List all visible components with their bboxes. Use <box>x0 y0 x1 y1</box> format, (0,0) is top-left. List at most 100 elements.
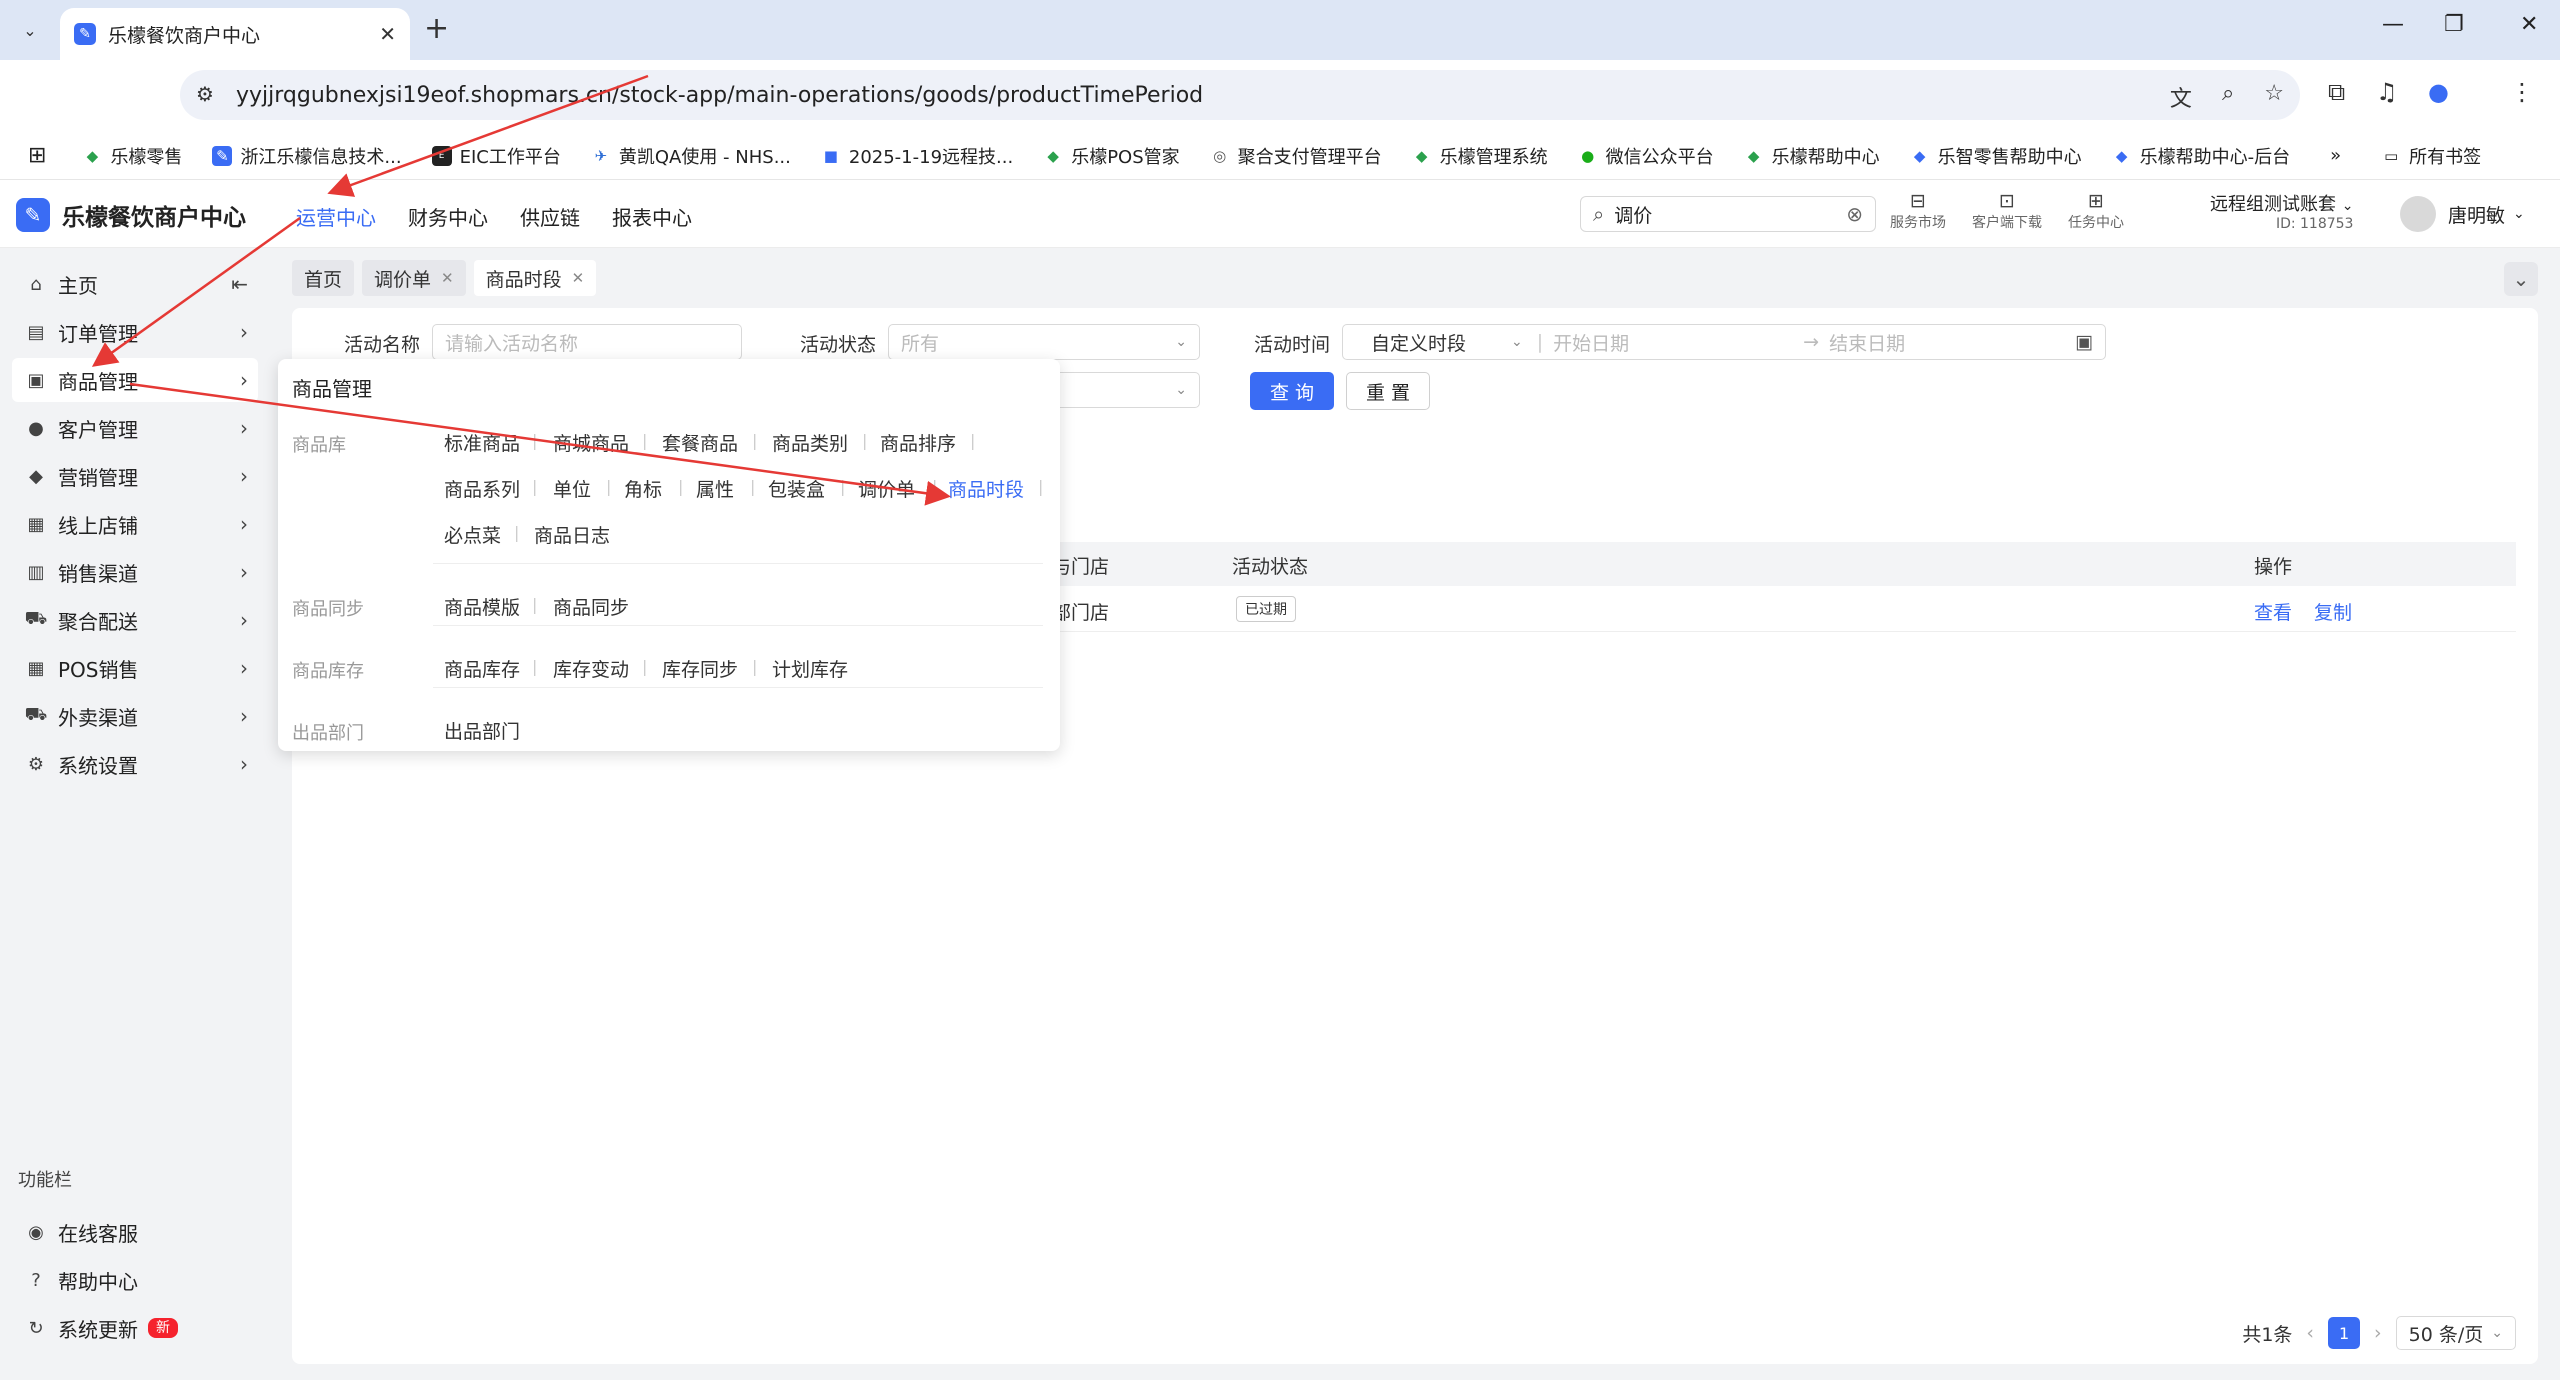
app-logo[interactable]: ✎ 乐檬餐饮商户中心 <box>16 198 246 232</box>
bookmark-item[interactable]: ■ 2025-1-19远程技... <box>821 143 1013 169</box>
prev-page-icon[interactable]: ‹ <box>2306 1322 2314 1344</box>
apps-icon[interactable]: ⊞ <box>28 143 46 168</box>
start-date-input[interactable]: 开始日期 <box>1553 329 1803 356</box>
site-info-icon[interactable]: ⚙ <box>196 82 214 106</box>
bookmark-item[interactable]: ◆ 乐檬管理系统 <box>1412 143 1548 169</box>
all-bookmarks[interactable]: ▭ 所有书签 <box>2381 143 2481 169</box>
menu-corner-mark[interactable]: 角标 <box>624 475 662 502</box>
bookmark-item[interactable]: ◆ 乐檬零售 <box>82 143 183 169</box>
tab-price-adjust[interactable]: 调价单 ✕ <box>362 260 466 296</box>
bookmark-item[interactable]: ◆ 乐檬POS管家 <box>1043 143 1179 169</box>
close-icon[interactable]: ✕ <box>441 269 454 287</box>
nav-ops-center[interactable]: 运营中心 <box>296 202 376 231</box>
sidebar-item-orders[interactable]: ▤ 订单管理 › <box>12 310 258 354</box>
clear-icon[interactable]: ⊗ <box>1846 202 1863 226</box>
media-icon[interactable]: ♫ <box>2376 78 2398 106</box>
menu-icon[interactable]: ⋮ <box>2510 78 2534 106</box>
menu-planned-stock[interactable]: 计划库存 <box>772 655 848 682</box>
sidebar-item-sales-channel[interactable]: ▥ 销售渠道 › <box>12 550 258 594</box>
nav-report-center[interactable]: 报表中心 <box>612 202 692 231</box>
nav-supply-chain[interactable]: 供应链 <box>520 202 580 231</box>
menu-unit[interactable]: 单位 <box>553 475 591 502</box>
account-switcher[interactable]: 远程组测试账套 ⌄ ID: 118753 <box>2210 190 2353 232</box>
minimize-icon[interactable]: — <box>2382 12 2404 37</box>
nav-finance-center[interactable]: 财务中心 <box>408 202 488 231</box>
copy-link[interactable]: 复制 <box>2314 598 2352 625</box>
sidebar-online-service[interactable]: ◉ 在线客服 <box>12 1210 258 1254</box>
sidebar-item-settings[interactable]: ⚙ 系统设置 › <box>12 742 258 786</box>
tab-product-time-period[interactable]: 商品时段 ✕ <box>473 260 597 296</box>
end-date-input[interactable]: 结束日期 <box>1829 329 2075 356</box>
bookmark-item[interactable]: ✈ 黄凯QA使用 - NHS... <box>591 143 791 169</box>
sidebar-system-update[interactable]: ↻ 系统更新新 <box>12 1306 258 1350</box>
menu-goods-log[interactable]: 商品日志 <box>534 521 610 548</box>
sidebar-item-home[interactable]: ⌂ 主页 ⇤ <box>12 262 258 306</box>
extensions-icon[interactable]: ⧉ <box>2328 78 2345 106</box>
menu-mall-goods[interactable]: 商城商品 <box>553 429 629 456</box>
task-center-button[interactable]: ⊞ 任务中心 <box>2068 190 2124 232</box>
menu-stock-sync[interactable]: 库存同步 <box>662 655 738 682</box>
sidebar-item-customers[interactable]: ● 客户管理 › <box>12 406 258 450</box>
activity-time-range[interactable]: 自定义时段 ⌄ | 开始日期 → 结束日期 ▣ <box>1342 324 2106 360</box>
view-link[interactable]: 查看 <box>2254 598 2292 625</box>
menu-standard-goods[interactable]: 标准商品 <box>444 429 520 456</box>
sidebar-item-pos[interactable]: ▦ POS销售 › <box>12 646 258 690</box>
user-menu[interactable]: 唐明敏 ⌄ <box>2400 196 2525 232</box>
sidebar-item-takeout[interactable]: ⛟ 外卖渠道 › <box>12 694 258 738</box>
tabs-more-icon[interactable]: ⌄ <box>2504 262 2538 296</box>
menu-production-dept[interactable]: 出品部门 <box>444 717 520 744</box>
query-button[interactable]: 查 询 <box>1250 372 1334 410</box>
menu-product-time-period[interactable]: 商品时段 <box>948 475 1024 502</box>
bookmark-item[interactable]: E EIC工作平台 <box>431 143 561 169</box>
menu-goods-sort[interactable]: 商品排序 <box>880 429 956 456</box>
more-bookmarks-icon[interactable]: » <box>2330 145 2341 166</box>
page-1[interactable]: 1 <box>2328 1317 2361 1349</box>
sidebar-help-center[interactable]: ? 帮助中心 <box>12 1258 258 1302</box>
page-size-select[interactable]: 50 条/页 ⌄ <box>2395 1316 2516 1350</box>
bookmark-item[interactable]: ◆ 乐檬帮助中心 <box>1744 143 1880 169</box>
profile-icon[interactable]: ● <box>2428 78 2449 106</box>
zoom-icon[interactable]: ⌕ <box>2222 81 2234 113</box>
client-download-button[interactable]: ⊡ 客户端下载 <box>1972 190 2042 232</box>
menu-combo-goods[interactable]: 套餐商品 <box>662 429 738 456</box>
tab-home[interactable]: 首页 <box>292 260 355 296</box>
activity-status-select[interactable]: 所有 ⌄ <box>888 324 1200 360</box>
menu-search-input[interactable]: ⌕ 调价 ⊗ <box>1580 196 1876 232</box>
next-page-icon[interactable]: › <box>2374 1322 2382 1344</box>
bookmark-item[interactable]: ◎ 聚合支付管理平台 <box>1210 143 1382 169</box>
menu-goods-series[interactable]: 商品系列 <box>444 475 520 502</box>
menu-must-order[interactable]: 必点菜 <box>444 521 501 548</box>
menu-goods-template[interactable]: 商品模版 <box>444 593 520 620</box>
sidebar-item-online-store[interactable]: ▦ 线上店铺 › <box>12 502 258 546</box>
browser-tab[interactable]: ✎ 乐檬餐饮商户中心 ✕ <box>60 8 410 60</box>
calendar-icon[interactable]: ▣ <box>2075 331 2093 353</box>
reset-button[interactable]: 重 置 <box>1346 372 1430 410</box>
bookmark-item[interactable]: ◆ 乐檬帮助中心-后台 <box>2112 143 2290 169</box>
close-window-icon[interactable]: ✕ <box>2520 12 2538 37</box>
bookmark-item[interactable]: ◆ 乐智零售帮助中心 <box>1910 143 2082 169</box>
bookmark-item[interactable]: ● 微信公众平台 <box>1578 143 1714 169</box>
service-market-button[interactable]: ⊟ 服务市场 <box>1890 190 1946 232</box>
activity-name-input[interactable]: 请输入活动名称 <box>432 324 742 360</box>
sidebar-item-marketing[interactable]: ◆ 营销管理 › <box>12 454 258 498</box>
menu-packaging-box[interactable]: 包装盒 <box>768 475 825 502</box>
bookmark-item[interactable]: ✎ 浙江乐檬信息技术... <box>212 143 402 169</box>
time-mode-select[interactable]: 自定义时段 <box>1371 329 1511 356</box>
close-tab-icon[interactable]: ✕ <box>379 22 396 46</box>
menu-goods-stock[interactable]: 商品库存 <box>444 655 520 682</box>
menu-goods-category[interactable]: 商品类别 <box>772 429 848 456</box>
menu-attribute[interactable]: 属性 <box>696 475 734 502</box>
menu-goods-sync[interactable]: 商品同步 <box>553 593 629 620</box>
new-tab-icon[interactable]: + <box>424 12 449 46</box>
sidebar-item-delivery[interactable]: ⛟ 聚合配送 › <box>12 598 258 642</box>
sidebar-item-goods[interactable]: ▣ 商品管理 › <box>12 358 258 402</box>
tab-search-icon[interactable]: ⌄ <box>14 14 46 46</box>
menu-price-adjust[interactable]: 调价单 <box>858 475 915 502</box>
collapse-sidebar-icon[interactable]: ⇤ <box>231 272 248 296</box>
url-field[interactable]: ⚙ yyjjrqgubnexjsi19eof.shopmars.cn/stock… <box>180 70 2300 120</box>
close-icon[interactable]: ✕ <box>572 269 585 287</box>
translate-icon[interactable]: 文 <box>2170 81 2192 113</box>
star-icon[interactable]: ☆ <box>2264 81 2284 113</box>
menu-stock-change[interactable]: 库存变动 <box>553 655 629 682</box>
restore-icon[interactable]: ❐ <box>2444 12 2464 37</box>
